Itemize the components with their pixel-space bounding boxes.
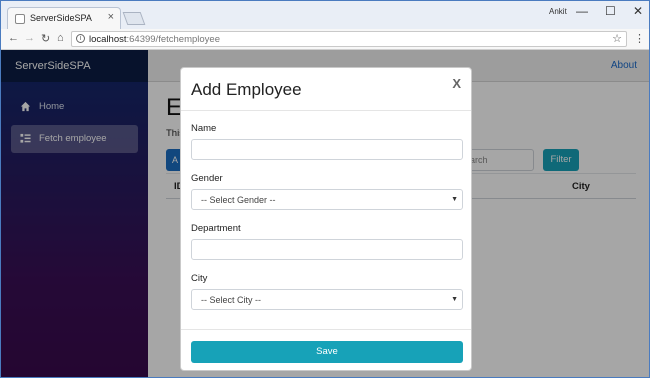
name-label: Name	[191, 123, 217, 134]
forward-icon[interactable]: →	[24, 32, 35, 44]
name-field[interactable]	[191, 139, 463, 160]
tab-title: ServerSideSPA	[30, 13, 92, 23]
modal-header-divider	[181, 110, 471, 111]
city-label: City	[191, 273, 208, 284]
url-host: localhost	[89, 34, 127, 45]
city-select[interactable]: -- Select City -- ▼	[191, 289, 463, 310]
browser-window: ServerSideSPA × Ankit — ☐ ✕ ← → ↻ ⌂ i lo…	[0, 0, 650, 378]
profile-name[interactable]: Ankit	[549, 7, 567, 16]
new-tab-button[interactable]	[122, 12, 146, 25]
chevron-down-icon: ▼	[451, 296, 458, 303]
back-icon[interactable]: ←	[8, 32, 19, 44]
add-employee-modal: Add Employee X Name Gender -- Select Gen…	[180, 67, 472, 371]
address-bar: ← → ↻ ⌂ i localhost:64399/fetchemployee …	[1, 29, 649, 50]
maximize-icon[interactable]: ☐	[605, 4, 616, 18]
gender-select-value: -- Select Gender --	[201, 195, 276, 205]
title-bar: ServerSideSPA × Ankit — ☐ ✕	[1, 1, 649, 29]
department-field[interactable]	[191, 239, 463, 260]
modal-title: Add Employee	[191, 80, 302, 99]
browser-menu-icon[interactable]: ⋮	[634, 32, 645, 45]
page-favicon-icon	[15, 14, 25, 24]
info-icon[interactable]: i	[76, 34, 85, 43]
browser-tab[interactable]: ServerSideSPA ×	[7, 7, 121, 29]
city-select-value: -- Select City --	[201, 295, 262, 305]
save-button[interactable]: Save	[191, 341, 463, 363]
url-field[interactable]: i localhost:64399/fetchemployee ☆	[71, 31, 627, 47]
modal-footer-divider	[181, 329, 471, 330]
department-label: Department	[191, 223, 241, 234]
tab-close-icon[interactable]: ×	[108, 11, 114, 23]
url-path: :64399/fetchemployee	[126, 34, 220, 45]
bookmark-star-icon[interactable]: ☆	[612, 32, 622, 45]
close-icon[interactable]: X	[452, 76, 461, 91]
chevron-down-icon: ▼	[451, 196, 458, 203]
gender-label: Gender	[191, 173, 223, 184]
home-icon[interactable]: ⌂	[57, 32, 64, 44]
reload-icon[interactable]: ↻	[41, 32, 50, 45]
window-close-icon[interactable]: ✕	[633, 4, 643, 18]
gender-select[interactable]: -- Select Gender -- ▼	[191, 189, 463, 210]
minimize-icon[interactable]: —	[576, 4, 588, 18]
url-text: localhost:64399/fetchemployee	[89, 34, 220, 45]
